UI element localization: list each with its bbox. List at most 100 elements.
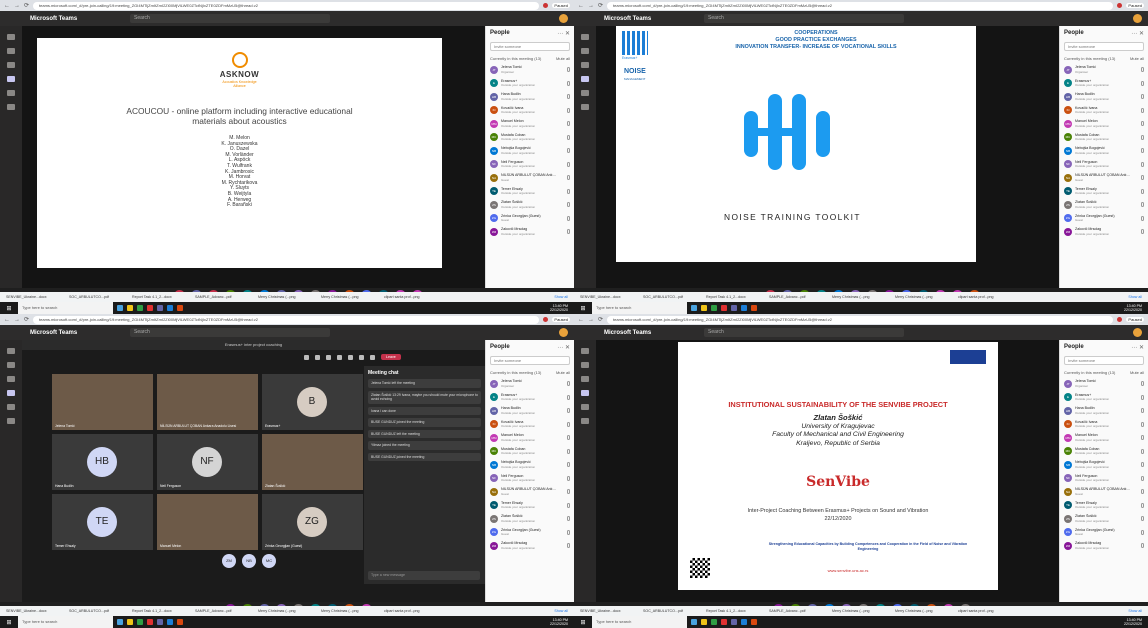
invite-input[interactable]: Invite someone bbox=[490, 356, 570, 365]
participant-row[interactable]: NA NİLSÜN ARBULUT ÇOBAN Ank… Guest bbox=[1064, 485, 1144, 499]
microphone-icon[interactable] bbox=[567, 408, 570, 414]
download-item[interactable]: SENVIBE_Ukraine...docx bbox=[580, 295, 640, 299]
microphone-icon[interactable] bbox=[1141, 475, 1144, 481]
clock[interactable]: 13:40 PM 22/12/2020 bbox=[550, 618, 574, 627]
teams-icon[interactable] bbox=[157, 305, 163, 311]
participant-row[interactable]: MM Manuel Melon Outside your organization bbox=[1064, 431, 1144, 445]
participant-row[interactable]: HB Hana Budlin Outside your organization bbox=[490, 90, 570, 104]
microphone-icon[interactable] bbox=[567, 67, 570, 73]
camera-icon[interactable] bbox=[348, 354, 353, 360]
download-item[interactable]: SAMPLE_Advanc...pdf bbox=[195, 295, 255, 299]
avatar[interactable] bbox=[1133, 328, 1142, 337]
word-icon[interactable] bbox=[741, 619, 747, 625]
participant-row[interactable]: ZS Zlatan Šoškić Outside your organization bbox=[490, 198, 570, 212]
participant-row[interactable]: ZM Zakovič Mrsolag Outside your organizati… bbox=[1064, 225, 1144, 239]
show-all-link[interactable]: Show all bbox=[1128, 295, 1142, 299]
download-item[interactable]: clipart santa prof...png bbox=[384, 295, 444, 299]
forward-icon[interactable]: → bbox=[588, 3, 594, 9]
microphone-icon[interactable] bbox=[1141, 435, 1144, 441]
video-tile[interactable]: Jelena Tomić bbox=[52, 374, 153, 430]
powerpoint-icon[interactable] bbox=[177, 619, 183, 625]
participant-row[interactable]: JT Jelena Tomić Organiser bbox=[1064, 63, 1144, 77]
file-explorer-icon[interactable] bbox=[127, 305, 133, 311]
participant-row[interactable]: E Erasmus+ Outside your organization bbox=[490, 77, 570, 91]
calls-icon[interactable] bbox=[581, 90, 589, 96]
acrobat-icon[interactable] bbox=[721, 619, 727, 625]
taskbar-search[interactable]: Type here to search bbox=[18, 302, 113, 314]
participant-row[interactable]: KI Kovačić Ivana Outside your organization bbox=[490, 418, 570, 432]
download-item[interactable]: SOC_ARBULUTCO...pdf bbox=[69, 295, 129, 299]
search-input[interactable]: Search bbox=[704, 14, 904, 23]
microphone-icon[interactable] bbox=[567, 421, 570, 427]
microphone-icon[interactable] bbox=[567, 529, 570, 535]
files-icon[interactable] bbox=[581, 418, 589, 424]
section-header[interactable]: Currently in this meeting (13) bbox=[1064, 370, 1115, 375]
participant-row[interactable]: NA NİLSÜN ARBULUT ÇOBAN Ank… Guest bbox=[490, 485, 570, 499]
avatar[interactable] bbox=[1133, 14, 1142, 23]
profile-button[interactable]: Paused bbox=[1126, 3, 1144, 8]
activity-icon[interactable] bbox=[7, 34, 15, 40]
chrome-icon[interactable] bbox=[137, 619, 143, 625]
windows-icon[interactable]: ⊞ bbox=[0, 619, 18, 626]
forward-icon[interactable]: → bbox=[588, 317, 594, 323]
participant-row[interactable]: KI Kovačić Ivana Outside your organization bbox=[490, 104, 570, 118]
microphone-icon[interactable] bbox=[1141, 448, 1144, 454]
microphone-icon[interactable] bbox=[359, 354, 364, 360]
microphone-icon[interactable] bbox=[567, 502, 570, 508]
extension-icon[interactable] bbox=[543, 3, 549, 8]
participant-row[interactable]: MC Mustafa Coban Outside your organization bbox=[1064, 131, 1144, 145]
download-item[interactable]: Merry Christmas (...png bbox=[258, 295, 318, 299]
section-header[interactable]: Currently in this meeting (13) bbox=[1064, 56, 1115, 61]
participant-row[interactable]: TE Temer Ehsaly Outside your organization bbox=[1064, 499, 1144, 513]
files-icon[interactable] bbox=[7, 418, 15, 424]
download-item[interactable]: SENVIBE_Ukraine...docx bbox=[6, 295, 66, 299]
microphone-icon[interactable] bbox=[1141, 215, 1144, 221]
download-item[interactable]: SOC_ARBULUTCO...pdf bbox=[643, 609, 703, 613]
download-item[interactable]: Merry Christmas (...png bbox=[258, 609, 318, 613]
participant-row[interactable]: HB Hana Budlin Outside your organization bbox=[1064, 404, 1144, 418]
download-item[interactable]: Merry Christmas (...png bbox=[895, 295, 955, 299]
participant-row[interactable]: ZS Zlatan Šoškić Outside your organization bbox=[490, 512, 570, 526]
acrobat-icon[interactable] bbox=[147, 305, 153, 311]
microphone-icon[interactable] bbox=[1141, 202, 1144, 208]
participant-row[interactable]: MM Manuel Melon Outside your organization bbox=[490, 431, 570, 445]
reload-icon[interactable]: ⟳ bbox=[598, 316, 603, 323]
microphone-icon[interactable] bbox=[567, 80, 570, 86]
participant-row[interactable]: NF Neil Ferguson Outside your organization bbox=[490, 158, 570, 172]
participant-row[interactable]: MM Manuel Melon Outside your organization bbox=[1064, 117, 1144, 131]
chat-icon[interactable] bbox=[581, 362, 589, 368]
teams-icon[interactable] bbox=[157, 619, 163, 625]
participant-row[interactable]: ZS Zlatan Šoškić Outside your organization bbox=[1064, 512, 1144, 526]
microphone-icon[interactable] bbox=[567, 121, 570, 127]
download-item[interactable]: Report Task 4.1_2...docx bbox=[132, 295, 192, 299]
word-icon[interactable] bbox=[167, 619, 173, 625]
chat-input[interactable]: Type a new message bbox=[368, 571, 480, 580]
avatar[interactable]: MC bbox=[262, 554, 276, 568]
taskbar-search[interactable]: Type here to search bbox=[592, 616, 687, 628]
invite-input[interactable]: Invite someone bbox=[490, 42, 570, 51]
microphone-icon[interactable] bbox=[1141, 516, 1144, 522]
participant-row[interactable]: ZG Zrinka Georgijan (Guest) Guest bbox=[490, 526, 570, 540]
microphone-icon[interactable] bbox=[1141, 229, 1144, 235]
download-item[interactable]: SOC_ARBULUTCO...pdf bbox=[643, 295, 703, 299]
calendar-icon[interactable] bbox=[581, 390, 589, 396]
microphone-icon[interactable] bbox=[567, 175, 570, 181]
share-icon[interactable] bbox=[370, 354, 375, 360]
profile-button[interactable]: Paused bbox=[552, 317, 570, 322]
clock[interactable]: 13:40 PM 22/12/2020 bbox=[1124, 618, 1148, 627]
teams-icon[interactable] bbox=[7, 376, 15, 382]
participant-row[interactable]: MC Mustafa Coban Outside your organization bbox=[490, 131, 570, 145]
participant-row[interactable]: E Erasmus+ Outside your organization bbox=[490, 391, 570, 405]
teams-icon[interactable] bbox=[731, 619, 737, 625]
avatar[interactable] bbox=[559, 14, 568, 23]
raise-hand-icon[interactable] bbox=[326, 354, 331, 360]
microphone-icon[interactable] bbox=[1141, 529, 1144, 535]
word-icon[interactable] bbox=[741, 305, 747, 311]
video-tile[interactable]: TE Temer Ehsaly bbox=[52, 494, 153, 550]
microphone-icon[interactable] bbox=[1141, 408, 1144, 414]
participant-row[interactable]: TE Temer Ehsaly Outside your organization bbox=[490, 499, 570, 513]
participant-row[interactable]: ZG Zrinka Georgijan (Guest) Guest bbox=[1064, 212, 1144, 226]
avatar[interactable]: ZM bbox=[222, 554, 236, 568]
participant-row[interactable]: E Erasmus+ Outside your organization bbox=[1064, 77, 1144, 91]
participant-row[interactable]: TE Temer Ehsaly Outside your organization bbox=[1064, 185, 1144, 199]
